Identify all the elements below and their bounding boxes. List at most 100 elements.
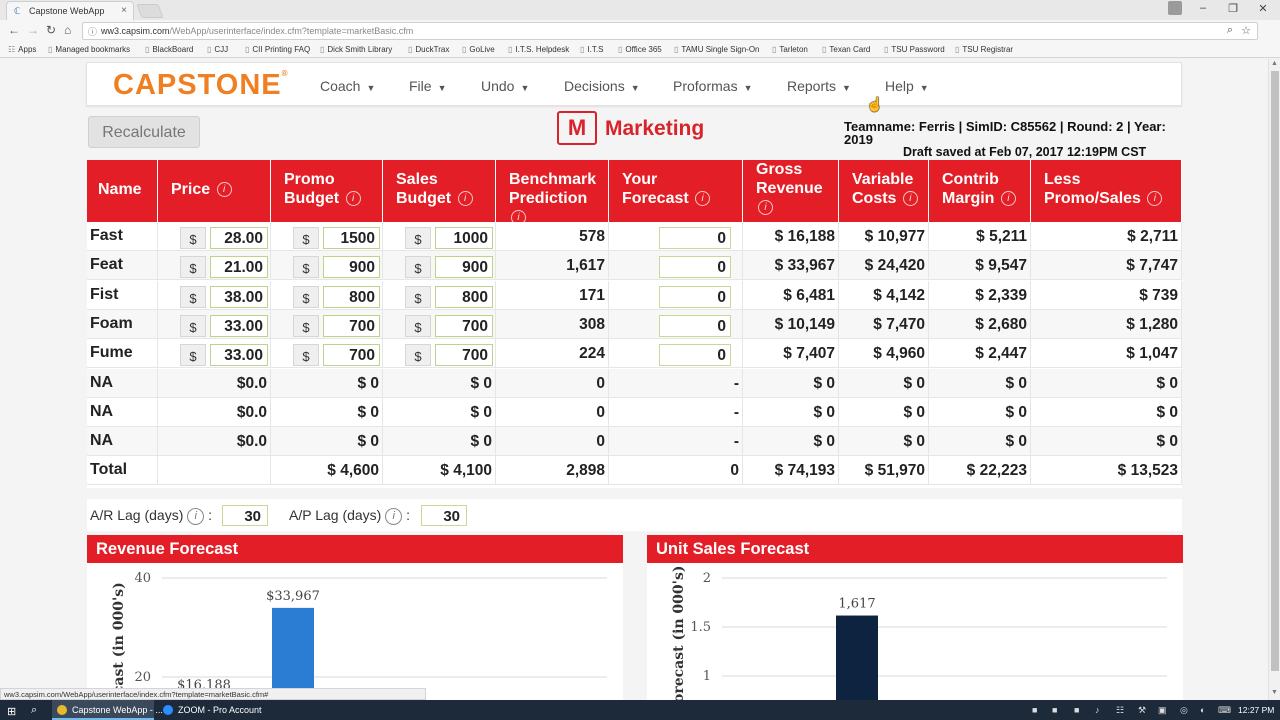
cell-name: Total	[87, 456, 158, 486]
ap-lag-input[interactable]: 30	[421, 505, 467, 526]
cell-value: $ 0	[813, 374, 835, 392]
cell-forecast: -	[609, 397, 743, 427]
info-icon[interactable]: i	[1000, 191, 1016, 207]
browser-tab[interactable]: ℂ Capstone WebApp ×	[6, 1, 134, 20]
reload-icon[interactable]: ↻	[46, 23, 56, 37]
info-icon[interactable]: i	[385, 507, 403, 525]
info-icon[interactable]: i	[695, 191, 711, 207]
promo-input[interactable]: 900	[323, 256, 380, 279]
ar-lag-input[interactable]: 30	[222, 505, 268, 526]
recalculate-button[interactable]: Recalculate	[88, 116, 200, 148]
bookmark-item[interactable]: ▯ CII Printing FAQ	[245, 45, 310, 54]
forward-icon[interactable]: →	[27, 23, 39, 37]
back-icon[interactable]: ←	[8, 23, 20, 37]
info-icon[interactable]: i	[216, 182, 232, 198]
bar-feat	[272, 607, 314, 700]
sales-input[interactable]: 1000	[435, 227, 493, 249]
window-close-icon[interactable]: ✕	[1248, 2, 1278, 15]
sales-input[interactable]: 700	[435, 344, 493, 367]
page-info-icon[interactable]: ⓘ	[88, 25, 97, 38]
taskbar-chrome[interactable]: Capstone WebApp - ...	[52, 700, 163, 720]
chevron-down-icon: ▼	[366, 83, 376, 93]
cell-price: $0.0	[158, 368, 271, 398]
scrollbar-thumb[interactable]	[1271, 71, 1279, 671]
price-input[interactable]: 33.00	[210, 314, 268, 337]
forecast-input[interactable]: 0	[659, 227, 731, 249]
y-tick-label: 1	[703, 669, 711, 684]
bookmark-item[interactable]: ▯ I.T.S	[580, 45, 603, 54]
address-bar[interactable]: ⓘ ww3.capsim.com/WebApp/userinterface/in…	[82, 22, 1258, 40]
capstone-logo[interactable]: CAPSTONE®	[113, 69, 289, 102]
bookmark-item[interactable]: ▯ Tarleton	[772, 45, 808, 54]
bookmark-item[interactable]: ▯ I.T.S. Helpdesk	[508, 45, 569, 54]
currency-addon: $	[405, 344, 431, 367]
cell-less: $ 1,047	[1031, 339, 1182, 369]
team-info: Teamname: Ferris | SimID: C85562 | Round…	[844, 119, 1166, 147]
cell-less: $ 13,523	[1031, 456, 1182, 486]
menu-undo[interactable]: Undo ▼	[481, 78, 529, 94]
sales-input[interactable]: 800	[435, 285, 493, 308]
info-icon[interactable]: i	[902, 191, 918, 207]
tray-app-icon: ■	[1052, 705, 1058, 715]
price-input[interactable]: 21.00	[210, 256, 268, 279]
search-icon[interactable]: ⌕	[31, 704, 37, 717]
bookmark-item[interactable]: ▯ DuckTrax	[408, 45, 449, 54]
sales-input[interactable]: 700	[435, 314, 493, 337]
forecast-input[interactable]: 0	[659, 314, 731, 337]
menu-decisions[interactable]: Decisions ▼	[564, 78, 640, 94]
info-icon[interactable]: i	[457, 191, 473, 207]
bookmark-item[interactable]: ▯ BlackBoard	[145, 45, 193, 54]
bookmark-item[interactable]: ▯ CJJ	[207, 45, 228, 54]
promo-input[interactable]: 1500	[323, 227, 380, 249]
info-icon[interactable]: i	[1147, 191, 1163, 207]
bookmark-item[interactable]: ▯ Managed bookmarks	[48, 45, 130, 54]
menu-proformas[interactable]: Proformas ▼	[673, 78, 753, 94]
cell-bench: 308	[496, 309, 609, 339]
bookmark-item[interactable]: ▯ TSU Registrar	[955, 45, 1013, 54]
account-icon[interactable]	[1168, 1, 1182, 15]
restore-icon[interactable]: ❐	[1218, 2, 1248, 15]
menu-file[interactable]: File ▼	[409, 78, 446, 94]
cell-forecast: 0	[609, 309, 743, 339]
column-header: Less Promo/Sales i	[1031, 160, 1182, 222]
zoom-icon[interactable]: ⌕	[1227, 24, 1233, 37]
info-icon[interactable]: i	[345, 191, 361, 207]
taskbar-zoom[interactable]: ZOOM - Pro Account	[158, 700, 262, 720]
windows-start-icon[interactable]: ⊞	[7, 705, 16, 718]
menu-reports[interactable]: Reports ▼	[787, 78, 851, 94]
currency-addon: $	[180, 285, 206, 308]
menu-coach[interactable]: Coach ▼	[320, 78, 375, 94]
new-tab-button[interactable]	[136, 4, 164, 18]
bookmark-item[interactable]: ▯ TSU Password	[884, 45, 945, 54]
info-icon[interactable]: i	[187, 507, 205, 525]
forecast-input[interactable]: 0	[659, 256, 731, 279]
sales-input[interactable]: 900	[435, 256, 493, 279]
promo-input[interactable]: 700	[323, 314, 380, 337]
price-input[interactable]: 38.00	[210, 285, 268, 308]
promo-input[interactable]: 700	[323, 344, 380, 367]
bookmark-item[interactable]: ▯ Dick Smith Library	[320, 45, 392, 54]
page-scrollbar[interactable]: ▲ ▼	[1268, 59, 1280, 700]
menu-help[interactable]: Help ▼	[885, 78, 929, 94]
forecast-input[interactable]: 0	[659, 285, 731, 308]
bookmark-star-icon[interactable]: ☆	[1241, 24, 1251, 37]
cell-sales: $900	[383, 251, 496, 281]
cell-forecast: 0	[609, 339, 743, 369]
bookmark-item[interactable]: ▯ TAMU Single Sign-On	[674, 45, 760, 54]
cell-sales: $700	[383, 339, 496, 369]
bookmark-item[interactable]: ▯ GoLive	[462, 45, 495, 54]
minimize-icon[interactable]: –	[1188, 2, 1218, 14]
bookmark-item[interactable]: ▯ Texan Card	[822, 45, 870, 54]
price-input[interactable]: 33.00	[210, 344, 268, 367]
network-icon: ☷	[1116, 705, 1125, 715]
price-input[interactable]: 28.00	[210, 227, 268, 249]
bookmark-item[interactable]: ☷ Apps	[8, 45, 36, 54]
info-icon[interactable]: i	[758, 200, 773, 216]
home-icon[interactable]: ⌂	[64, 23, 71, 37]
bookmark-page-icon: ▯	[245, 45, 250, 54]
forecast-input[interactable]: 0	[659, 344, 731, 367]
tab-close-icon[interactable]: ×	[121, 5, 127, 16]
cell-gross: $ 10,149	[743, 309, 839, 339]
promo-input[interactable]: 800	[323, 285, 380, 308]
bookmark-item[interactable]: ▯ Office 365	[618, 45, 662, 54]
